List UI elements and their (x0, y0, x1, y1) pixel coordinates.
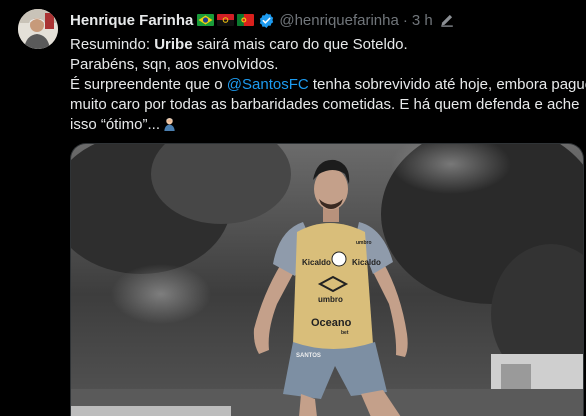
tweet-timestamp[interactable]: 3 h (412, 12, 433, 29)
verified-badge-icon[interactable] (258, 12, 275, 29)
tweet-line-3: É surpreendente que o @SantosFC tenha so… (70, 75, 586, 95)
santos-crest-icon (331, 251, 347, 267)
tweet-text: Resumindo: Uribe sairá mais caro do que … (70, 35, 586, 135)
author-name[interactable]: Henrique Farinha (70, 12, 193, 29)
shirt-sponsor-left: Kicaldo (302, 258, 331, 267)
tweet-line-3-prefix: É surpreendente que o (70, 76, 227, 93)
tweet-line-1-prefix: Resumindo: (70, 36, 155, 53)
tweet-line-2: Parabéns, sqn, aos envolvidos. (70, 56, 279, 73)
shorts-badge-text: SANTOS (296, 353, 321, 359)
tweet-line-5-text: isso “ótimo”... (70, 116, 161, 133)
person-facepalming-emoji-icon (162, 116, 177, 131)
shirt-shoulder-text: umbro (356, 240, 372, 246)
tweet[interactable]: Henrique Farinha @henriquefarinha · 3 h … (0, 0, 586, 416)
tweet-line-1: Resumindo: Uribe sairá mais caro do que … (70, 35, 570, 55)
tweet-line-1-suffix: sairá mais caro do que Soteldo. (192, 36, 408, 53)
shirt-main-sponsor-sub: bet (341, 330, 349, 336)
tweet-photo[interactable]: Kicaldo Kicaldo umbro Oceano bet umbro S… (70, 143, 584, 416)
portugal-flag-icon (237, 14, 255, 26)
tweet-header: Henrique Farinha @henriquefarinha · 3 h (70, 10, 455, 30)
shirt-maker-text: umbro (318, 295, 343, 304)
mention-link-santosfc[interactable]: @SantosFC (227, 76, 309, 93)
tweet-line-5: isso “ótimo”... (70, 115, 570, 135)
shirt-sponsor-right: Kicaldo (352, 258, 381, 267)
author-handle[interactable]: @henriquefarinha (279, 12, 398, 29)
tweet-line-3-suffix: tenha sobrevivido até hoje, embora pague (308, 76, 586, 93)
author-avatar[interactable] (18, 9, 58, 49)
shirt-main-sponsor: Oceano (311, 317, 352, 329)
brazil-flag-icon (197, 14, 215, 26)
angola-flag-icon (217, 14, 235, 26)
edited-pencil-icon[interactable] (439, 12, 455, 28)
separator-dot: · (402, 11, 408, 29)
tweet-line-4: muito caro por todas as barbaridades com… (70, 96, 580, 113)
tweet-bold-word: Uribe (154, 36, 193, 53)
